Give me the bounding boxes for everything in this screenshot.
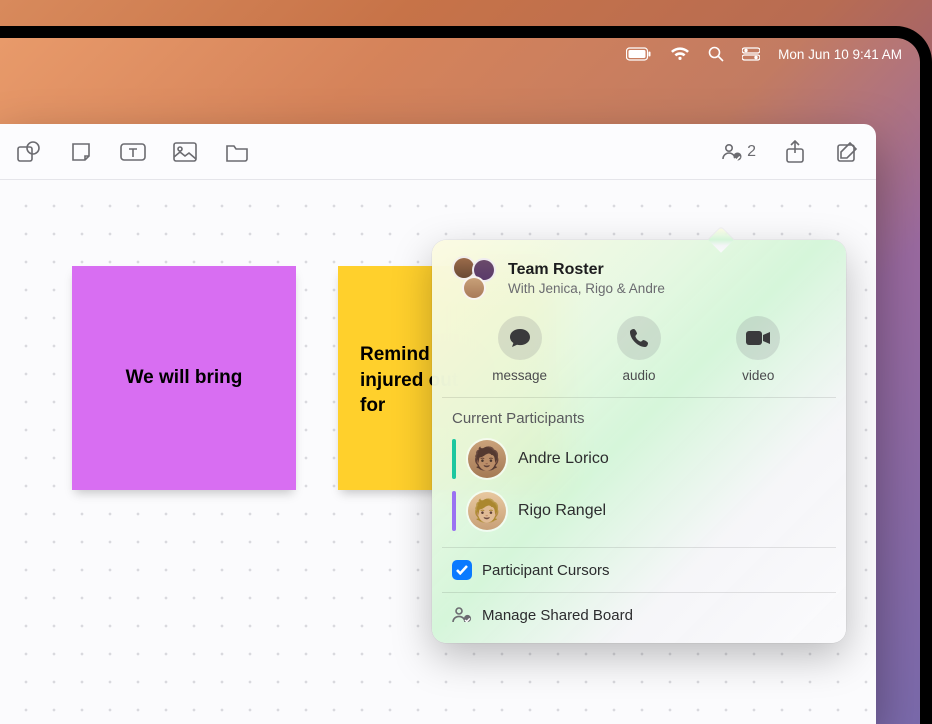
desktop: Mon Jun 10 9:41 AM <box>0 38 920 724</box>
text-box-tool-icon[interactable] <box>120 139 146 165</box>
participant-count: 2 <box>747 143 756 161</box>
participant-row[interactable]: 🧑🏽 Andre Lorico <box>432 433 846 485</box>
participant-avatar: 🧑🏼 <box>468 492 506 530</box>
shape-tool-icon[interactable] <box>16 139 42 165</box>
checkbox-checked-icon[interactable] <box>452 560 472 580</box>
manage-shared-board-button[interactable]: Manage Shared Board <box>442 592 836 637</box>
group-avatar-cluster <box>452 256 496 300</box>
participant-cursors-toggle[interactable]: Participant Cursors <box>442 547 836 592</box>
action-label: audio <box>622 368 655 383</box>
action-label: video <box>742 368 774 383</box>
current-participants-label: Current Participants <box>432 398 846 433</box>
action-label: message <box>492 368 547 383</box>
media-tool-icon[interactable] <box>172 139 198 165</box>
file-tool-icon[interactable] <box>224 139 250 165</box>
people-icon <box>452 605 472 625</box>
board-title: Team Roster <box>508 261 665 279</box>
menubar-clock[interactable]: Mon Jun 10 9:41 AM <box>778 47 902 62</box>
avatar <box>462 276 486 300</box>
participant-color-bar <box>452 491 456 531</box>
participant-avatar: 🧑🏽 <box>468 440 506 478</box>
sticky-note-tool-icon[interactable] <box>68 139 94 165</box>
participant-name: Rigo Rangel <box>518 502 606 520</box>
collaboration-popover: Team Roster With Jenica, Rigo & Andre me… <box>432 240 846 643</box>
freeform-window: 2 We will bring Remind injured out for <box>0 124 876 724</box>
audio-action-button[interactable]: audio <box>589 316 689 383</box>
compose-button-icon[interactable] <box>834 139 860 165</box>
board-canvas[interactable]: We will bring Remind injured out for <box>0 180 876 724</box>
wifi-icon[interactable] <box>670 47 690 61</box>
manage-shared-board-label: Manage Shared Board <box>482 607 633 624</box>
toolbar: 2 <box>0 124 876 180</box>
participant-row[interactable]: 🧑🏼 Rigo Rangel <box>432 485 846 537</box>
battery-icon[interactable] <box>626 47 652 61</box>
control-center-icon[interactable] <box>742 47 760 61</box>
participant-color-bar <box>452 439 456 479</box>
sticky-note-pink[interactable]: We will bring <box>72 266 296 490</box>
board-subtitle: With Jenica, Rigo & Andre <box>508 281 665 296</box>
popover-actions: message audio video <box>442 310 836 398</box>
video-action-button[interactable]: video <box>708 316 808 383</box>
share-button-icon[interactable] <box>782 139 808 165</box>
menubar: Mon Jun 10 9:41 AM <box>0 38 920 70</box>
sticky-note-text: We will bring <box>126 365 243 391</box>
message-action-button[interactable]: message <box>470 316 570 383</box>
collaboration-button[interactable]: 2 <box>721 142 756 162</box>
participant-name: Andre Lorico <box>518 450 609 468</box>
spotlight-search-icon[interactable] <box>708 46 724 62</box>
popover-header: Team Roster With Jenica, Rigo & Andre <box>432 240 846 310</box>
participant-cursors-label: Participant Cursors <box>482 562 610 579</box>
device-frame: Mon Jun 10 9:41 AM <box>0 26 932 724</box>
